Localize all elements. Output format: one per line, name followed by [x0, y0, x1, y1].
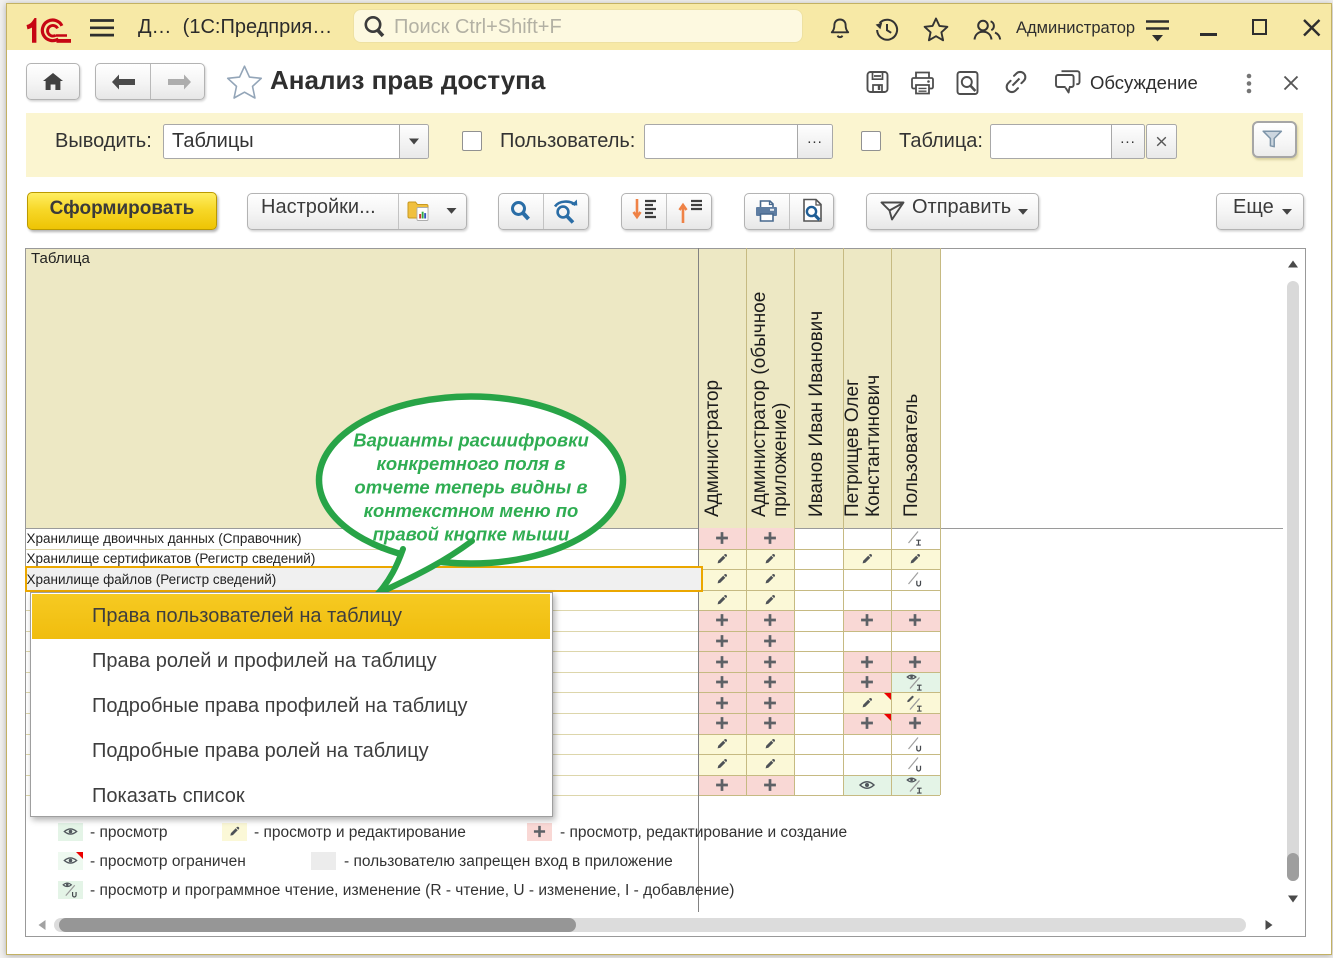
svg-text:контекстном меню по: контекстном меню по: [364, 500, 579, 521]
svg-text:Варианты расшифровки: Варианты расшифровки: [353, 430, 589, 451]
svg-text:отчете теперь видны в: отчете теперь видны в: [354, 477, 587, 498]
svg-text:правой кнопке мыши: правой кнопке мыши: [373, 524, 570, 545]
svg-text:конкретного поля в: конкретного поля в: [377, 453, 566, 474]
